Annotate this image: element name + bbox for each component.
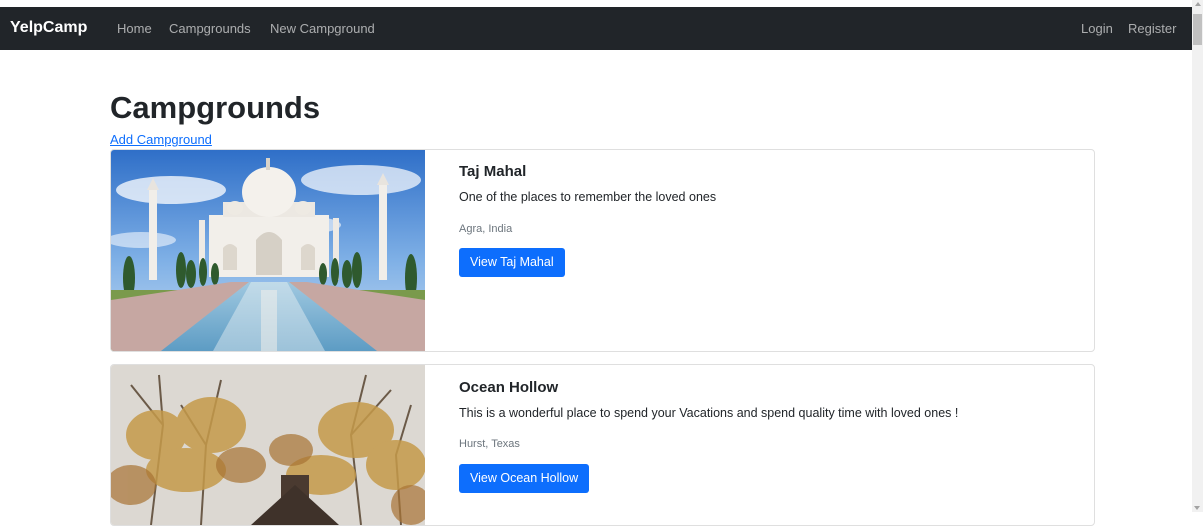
- view-campground-button[interactable]: View Ocean Hollow: [459, 464, 590, 493]
- nav-link-new-campground[interactable]: New Campground: [270, 21, 375, 36]
- vertical-scrollbar[interactable]: [1192, 0, 1203, 512]
- scroll-up-icon[interactable]: [1195, 2, 1201, 6]
- page-title: Campgrounds: [110, 90, 321, 125]
- card-description: This is a wonderful place to spend your …: [459, 406, 959, 420]
- view-campground-button[interactable]: View Taj Mahal: [459, 248, 565, 277]
- campground-card: Taj Mahal One of the places to remember …: [110, 149, 1095, 352]
- top-strip: [0, 0, 1192, 7]
- card-title: Taj Mahal: [459, 163, 527, 180]
- nav-link-campgrounds[interactable]: Campgrounds: [169, 21, 251, 36]
- nav-link-login[interactable]: Login: [1081, 21, 1113, 36]
- brand-logo[interactable]: YelpCamp: [10, 19, 87, 37]
- scroll-down-icon[interactable]: [1194, 506, 1200, 510]
- navbar: YelpCamp Home Campgrounds New Campground…: [0, 7, 1192, 50]
- card-title: Ocean Hollow: [459, 379, 559, 396]
- nav-link-home[interactable]: Home: [117, 21, 152, 36]
- add-campground-link[interactable]: Add Campground: [110, 132, 212, 147]
- campground-card: Ocean Hollow This is a wonderful place t…: [110, 364, 1095, 526]
- card-location: Hurst, Texas: [459, 438, 520, 450]
- campground-image: [111, 365, 425, 525]
- scroll-thumb[interactable]: [1193, 14, 1202, 45]
- campground-image: [111, 150, 425, 351]
- taj-mahal-photo: [111, 150, 425, 351]
- card-location: Agra, India: [459, 223, 513, 235]
- nav-link-register[interactable]: Register: [1128, 21, 1176, 36]
- autumn-forest-cabin-photo: [111, 365, 425, 525]
- card-description: One of the places to remember the loved …: [459, 190, 717, 204]
